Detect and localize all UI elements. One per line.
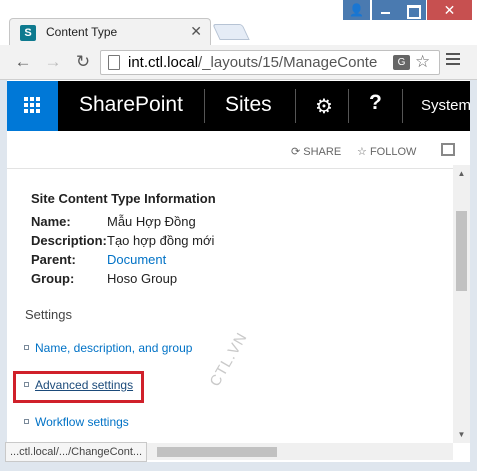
url-host: int.ctl.local — [128, 54, 199, 71]
info-row-parent: Parent: Document — [31, 252, 166, 267]
share-label: SHARE — [303, 146, 342, 158]
forward-arrow-icon[interactable]: → — [42, 51, 64, 73]
reload-icon[interactable]: ↻ — [72, 51, 94, 73]
horizontal-scroll-thumb[interactable] — [157, 447, 277, 457]
scroll-thumb[interactable] — [456, 211, 467, 291]
sites-link[interactable]: Sites — [225, 93, 272, 117]
suite-divider — [348, 89, 349, 123]
bookmark-star-icon[interactable]: ☆ — [415, 52, 430, 72]
settings-heading: Settings — [25, 307, 72, 322]
highlight-box — [13, 371, 144, 403]
app-launcher-icon — [24, 97, 41, 114]
app-launcher-button[interactable] — [7, 81, 58, 131]
translate-icon[interactable]: G — [393, 55, 410, 70]
vertical-scrollbar[interactable]: ▲ ▼ — [453, 165, 470, 443]
back-arrow-icon[interactable]: ← — [12, 51, 34, 73]
bullet-icon — [24, 419, 29, 424]
user-account-menu[interactable]: System — [421, 97, 470, 114]
window-frame-right — [470, 80, 477, 471]
focus-on-content-icon[interactable] — [441, 143, 455, 156]
browser-tab[interactable]: S Content Type ✕ — [9, 18, 211, 46]
address-bar[interactable]: int.ctl.local/_layouts/15/ManageConte G … — [100, 50, 440, 75]
bullet-icon — [24, 345, 29, 350]
url-text[interactable]: int.ctl.local/_layouts/15/ManageConte — [128, 54, 390, 71]
info-row-description: Description:Tạo hợp đồng mới — [31, 233, 214, 248]
suite-divider — [295, 89, 296, 123]
info-heading: Site Content Type Information — [31, 191, 216, 206]
settings-gear-icon[interactable]: ⚙ — [315, 94, 333, 119]
browser-toolbar: ← → ↻ int.ctl.local/_layouts/15/ManageCo… — [0, 45, 477, 80]
info-label: Description: — [31, 233, 107, 248]
url-path: /_layouts/15/ManageConte — [198, 54, 378, 71]
info-value: Mẫu Hợp Đồng — [107, 214, 196, 229]
follow-star-icon: ☆ — [357, 146, 367, 158]
window-frame-left — [0, 80, 7, 471]
watermark: CTL.VN — [206, 329, 251, 390]
page-actions-bar: ⟳ SHARE ☆ FOLLOW — [7, 131, 455, 169]
share-button[interactable]: ⟳ SHARE — [291, 145, 341, 158]
status-bubble: ...ctl.local/.../ChangeCont... — [5, 442, 148, 462]
suite-divider — [204, 89, 205, 123]
share-icon: ⟳ — [291, 146, 301, 158]
window-frame-bottom — [0, 462, 477, 471]
browser-titlebar: S Content Type ✕ 👤 ✕ — [0, 0, 477, 46]
info-row-name: Name: Mẫu Hợp Đồng — [31, 214, 196, 229]
info-label: Group: — [31, 271, 75, 286]
parent-link[interactable]: Document — [107, 252, 166, 267]
info-label: Parent: — [31, 252, 76, 267]
minimize-button[interactable] — [372, 0, 399, 20]
close-window-button[interactable]: ✕ — [427, 0, 472, 20]
browser-menu-icon[interactable] — [446, 53, 460, 67]
info-value: Tạo hợp đồng mới — [107, 233, 215, 248]
suite-divider — [402, 89, 403, 123]
settings-link-label: Workflow settings — [35, 415, 129, 429]
help-button[interactable]: ? — [369, 91, 382, 115]
follow-label: FOLLOW — [369, 146, 417, 158]
follow-button[interactable]: ☆ FOLLOW — [357, 145, 416, 158]
user-profile-icon[interactable]: 👤 — [343, 0, 370, 20]
info-label: Name: — [31, 214, 71, 229]
sharepoint-favicon-icon: S — [20, 25, 36, 41]
settings-link-label: Name, description, and group — [35, 341, 193, 355]
sharepoint-suite-bar: SharePoint Sites ⚙ ? System — [7, 81, 470, 131]
maximize-button[interactable] — [399, 0, 426, 20]
info-row-group: Group: Hoso Group — [31, 271, 177, 286]
sharepoint-brand[interactable]: SharePoint — [79, 93, 183, 117]
new-tab-button[interactable] — [212, 24, 250, 40]
settings-link-workflow[interactable]: Workflow settings — [24, 415, 129, 429]
tab-close-icon[interactable]: ✕ — [190, 23, 202, 40]
scroll-up-arrow-icon[interactable]: ▲ — [453, 165, 470, 182]
page-icon — [108, 55, 120, 70]
tab-title: Content Type — [46, 25, 118, 39]
info-value: Hoso Group — [107, 271, 178, 286]
scroll-down-arrow-icon[interactable]: ▼ — [453, 426, 470, 443]
settings-link-name-description-group[interactable]: Name, description, and group — [24, 341, 192, 355]
